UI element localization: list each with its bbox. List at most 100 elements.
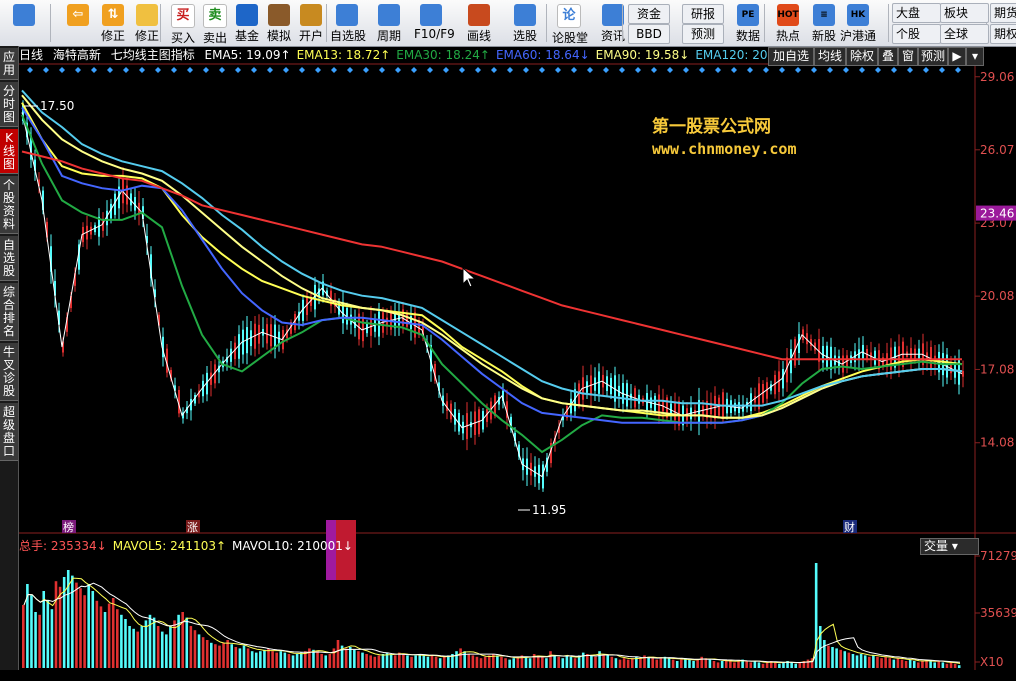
event-diamond-icon[interactable] — [635, 67, 641, 73]
event-diamond-icon[interactable] — [283, 67, 289, 73]
event-diamond-icon[interactable] — [827, 67, 833, 73]
event-diamond-icon[interactable] — [299, 67, 305, 73]
volume-bar — [230, 644, 234, 668]
event-diamond-icon[interactable] — [683, 67, 689, 73]
event-diamond-icon[interactable] — [875, 67, 881, 73]
volume-bar — [675, 661, 679, 668]
event-diamond-icon[interactable] — [475, 67, 481, 73]
event-diamond-icon[interactable] — [715, 67, 721, 73]
event-diamond-icon[interactable] — [603, 67, 609, 73]
event-diamond-icon[interactable] — [251, 67, 257, 73]
chart-button-3[interactable]: 叠 — [878, 47, 898, 66]
event-diamond-icon[interactable] — [267, 67, 273, 73]
indicator-name[interactable]: 七均线主图指标 — [111, 48, 195, 62]
volume-bar — [737, 661, 740, 668]
event-diamond-icon[interactable] — [891, 67, 897, 73]
event-diamond-icon[interactable] — [139, 67, 145, 73]
event-diamond-icon[interactable] — [171, 67, 177, 73]
volume-bar — [553, 655, 556, 668]
event-diamond-icon[interactable] — [459, 67, 465, 73]
volume-bar — [54, 581, 58, 668]
event-diamond-icon[interactable] — [795, 67, 801, 73]
volume-bar — [210, 642, 213, 668]
event-diamond-icon[interactable] — [155, 67, 161, 73]
event-diamond-icon[interactable] — [75, 67, 81, 73]
volume-bar — [528, 658, 532, 668]
event-diamond-icon[interactable] — [427, 67, 433, 73]
volume-bar — [680, 659, 683, 668]
event-diamond-icon[interactable] — [363, 67, 369, 73]
event-diamond-icon[interactable] — [27, 67, 33, 73]
volume-bar — [295, 654, 299, 668]
volume-bar — [246, 648, 250, 668]
event-diamond-icon[interactable] — [443, 67, 449, 73]
event-diamond-icon[interactable] — [667, 67, 673, 73]
volume-bar — [639, 658, 642, 668]
event-diamond-icon[interactable] — [731, 67, 737, 73]
event-diamond-icon[interactable] — [59, 67, 65, 73]
volume-bar — [912, 661, 916, 668]
event-diamond-icon[interactable] — [203, 67, 209, 73]
volume-bar — [152, 617, 156, 668]
volume-bar — [128, 626, 131, 668]
chart-header: 日线 海特高新 七均线主图指标 EMA5: 19.09↑ EMA13: 18.72… — [19, 47, 887, 63]
event-diamond-icon[interactable] — [555, 67, 561, 73]
chart-button-4[interactable]: 窗 — [898, 47, 918, 66]
volume-bar — [843, 651, 847, 668]
volume-bar — [389, 654, 393, 668]
event-diamond-icon[interactable] — [763, 67, 769, 73]
event-diamond-icon[interactable] — [571, 67, 577, 73]
event-diamond-icon[interactable] — [779, 67, 785, 73]
event-diamond-icon[interactable] — [699, 67, 705, 73]
event-diamond-icon[interactable] — [747, 67, 753, 73]
chart-button-0[interactable]: 加自选 — [768, 47, 814, 66]
event-diamond-icon[interactable] — [315, 67, 321, 73]
event-diamond-icon[interactable] — [219, 67, 225, 73]
event-diamond-icon[interactable] — [939, 67, 945, 73]
event-diamond-icon[interactable] — [107, 67, 113, 73]
event-diamond-icon[interactable] — [507, 67, 513, 73]
volume-bar — [455, 651, 458, 668]
event-diamond-icon[interactable] — [923, 67, 929, 73]
event-diamond-icon[interactable] — [955, 67, 961, 73]
event-diamond-icon[interactable] — [123, 67, 129, 73]
event-diamond-icon[interactable] — [587, 67, 593, 73]
event-diamond-icon[interactable] — [379, 67, 385, 73]
event-diamond-icon[interactable] — [651, 67, 657, 73]
event-diamond-icon[interactable] — [235, 67, 241, 73]
ema-legend-0: EMA5: 19.09↑ — [204, 48, 291, 62]
volume-bar — [181, 612, 184, 668]
volume-bar — [324, 655, 328, 668]
chart-nav-arrow[interactable]: ▶ — [948, 47, 966, 66]
volume-bar — [120, 614, 123, 668]
event-diamond-icon[interactable] — [331, 67, 337, 73]
volume-indicator-select[interactable]: 交量 ▾ — [920, 538, 979, 555]
event-diamond-icon[interactable] — [43, 67, 49, 73]
volume-bar — [234, 647, 238, 668]
event-diamond-icon[interactable] — [395, 67, 401, 73]
volume-bar — [205, 640, 209, 668]
chart-button-1[interactable]: 均线 — [814, 47, 846, 66]
event-diamond-icon[interactable] — [411, 67, 417, 73]
price-axis-label: 17.08 — [980, 362, 1014, 376]
chart-menu-arrow[interactable]: ▾ — [966, 47, 984, 66]
event-diamond-icon[interactable] — [539, 67, 545, 73]
event-diamond-icon[interactable] — [187, 67, 193, 73]
event-diamond-icon[interactable] — [811, 67, 817, 73]
event-diamond-icon[interactable] — [619, 67, 625, 73]
volume-bar — [410, 656, 413, 668]
event-diamond-icon[interactable] — [491, 67, 497, 73]
event-diamond-icon[interactable] — [91, 67, 97, 73]
event-diamond-icon[interactable] — [843, 67, 849, 73]
volume-bar — [798, 662, 802, 668]
event-diamond-icon[interactable] — [907, 67, 913, 73]
volume-bar — [590, 655, 593, 668]
event-marker-label: 财 — [844, 520, 855, 534]
event-diamond-icon[interactable] — [859, 67, 865, 73]
period-label[interactable]: 日线 — [19, 48, 43, 62]
volume-bar — [107, 603, 111, 668]
event-diamond-icon[interactable] — [347, 67, 353, 73]
chart-button-2[interactable]: 除权 — [846, 47, 878, 66]
event-diamond-icon[interactable] — [523, 67, 529, 73]
chart-button-5[interactable]: 预测 — [918, 47, 948, 66]
